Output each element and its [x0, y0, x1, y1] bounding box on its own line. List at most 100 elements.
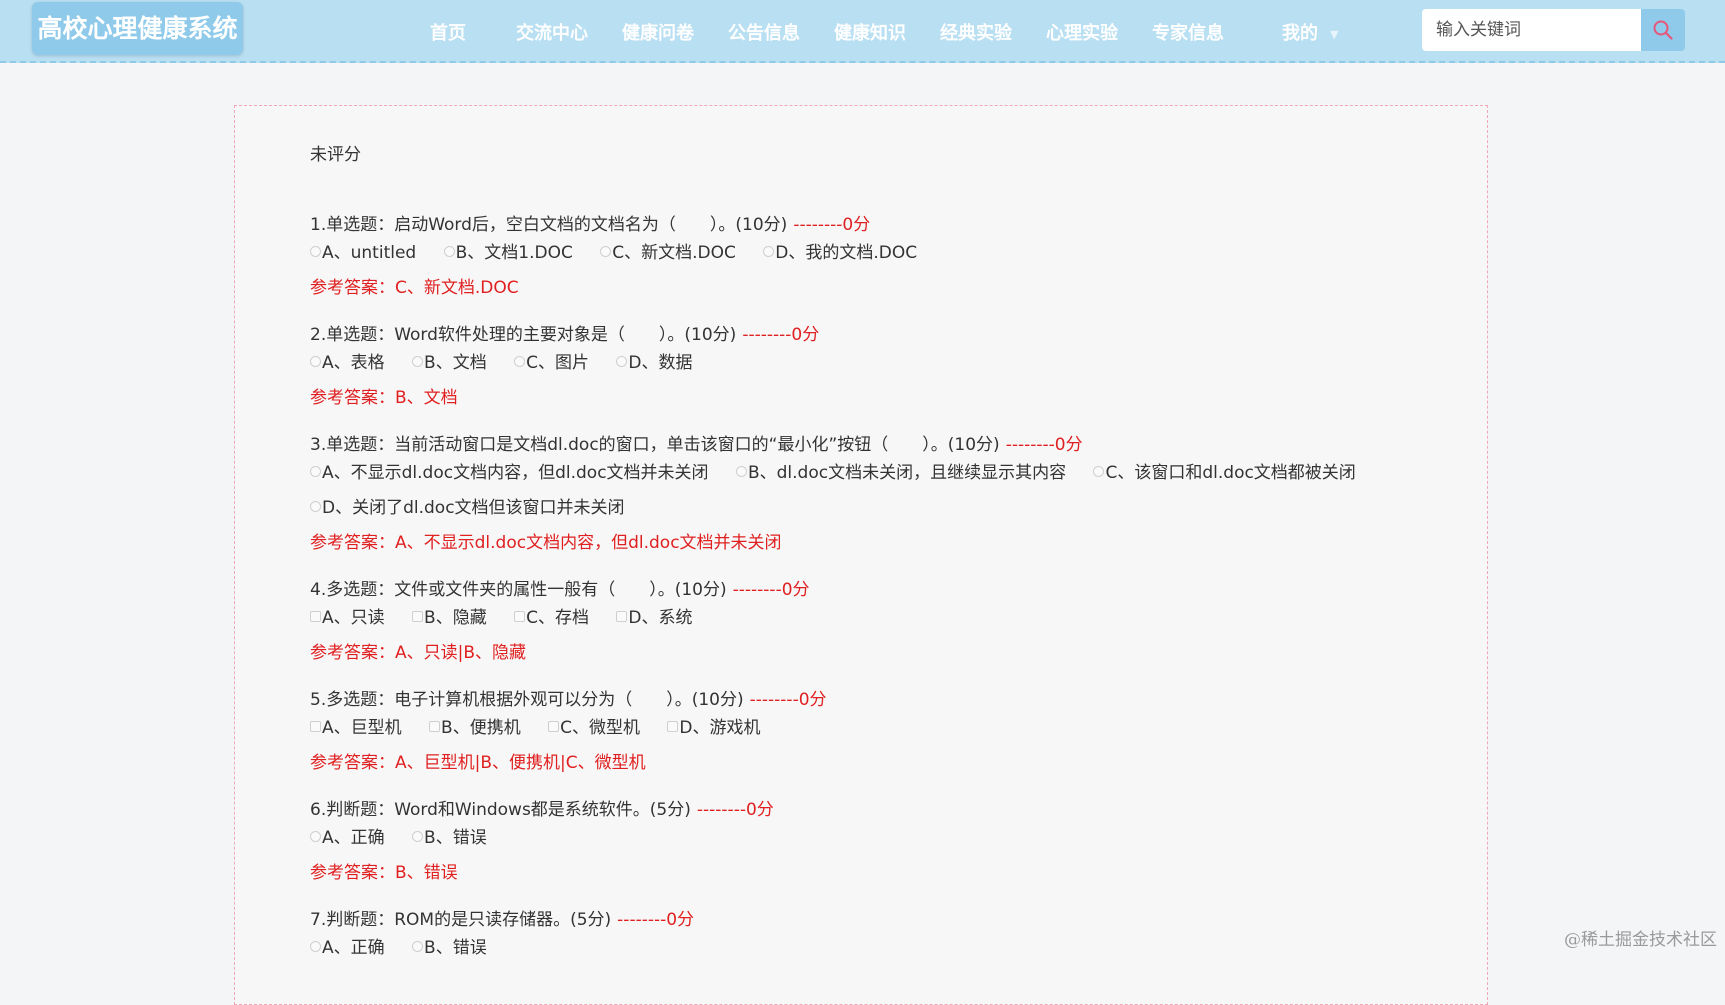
- option-radio[interactable]: B、错误: [412, 823, 487, 848]
- checkbox-icon: [310, 721, 321, 732]
- nav-item-health-knowledge[interactable]: 健康知识: [834, 19, 906, 45]
- option-radio[interactable]: C、该窗口和dl.doc文档都被关闭: [1093, 458, 1355, 483]
- option-radio[interactable]: D、我的文档.DOC: [763, 238, 917, 263]
- top-navbar: 高校心理健康系统 首页 交流中心 健康问卷 公告信息 健康知识 经典实验 心理实…: [0, 0, 1725, 63]
- nav-item-experts[interactable]: 专家信息: [1152, 19, 1224, 45]
- question-text: 4.多选题：文件或文件夹的属性一般有（ ）。(10分): [310, 580, 727, 600]
- checkbox-icon: [429, 721, 440, 732]
- checkbox-icon: [548, 721, 559, 732]
- option-label: D、我的文档.DOC: [775, 243, 917, 263]
- option-label: B、文档: [424, 353, 487, 373]
- nav-mine-label: 我的: [1282, 23, 1318, 44]
- site-logo[interactable]: 高校心理健康系统: [32, 2, 243, 55]
- radio-icon: [310, 356, 321, 367]
- radio-icon: [412, 356, 423, 367]
- question-4-title: 4.多选题：文件或文件夹的属性一般有（ ）。(10分) --------0分: [310, 575, 810, 600]
- question-score: --------0分: [1006, 435, 1083, 455]
- option-label: D、数据: [628, 353, 692, 373]
- radio-icon: [310, 246, 321, 257]
- option-radio[interactable]: B、文档1.DOC: [444, 238, 573, 263]
- option-radio[interactable]: A、表格: [310, 348, 385, 373]
- question-text: 1.单选题：启动Word后，空白文档的文档名为（ ）。(10分): [310, 215, 787, 235]
- option-checkbox[interactable]: C、存档: [514, 603, 589, 628]
- grading-status: 未评分: [310, 140, 361, 165]
- checkbox-icon: [616, 611, 627, 622]
- option-checkbox[interactable]: B、便携机: [429, 713, 521, 738]
- option-label: A、不显示dl.doc文档内容，但dl.doc文档并未关闭: [322, 463, 709, 483]
- question-3-answer: 参考答案：A、不显示dl.doc文档内容，但dl.doc文档并未关闭: [310, 528, 782, 553]
- option-label: A、正确: [322, 938, 385, 958]
- question-score: --------0分: [733, 580, 810, 600]
- search-button[interactable]: [1641, 9, 1685, 51]
- option-label: A、巨型机: [322, 718, 402, 738]
- option-label: B、便携机: [441, 718, 521, 738]
- radio-icon: [412, 831, 423, 842]
- chevron-down-icon: ▼: [1330, 28, 1338, 41]
- radio-icon: [616, 356, 627, 367]
- option-checkbox[interactable]: B、隐藏: [412, 603, 487, 628]
- radio-icon: [310, 831, 321, 842]
- option-radio[interactable]: A、untitled: [310, 238, 416, 263]
- option-label: B、错误: [424, 828, 487, 848]
- checkbox-icon: [667, 721, 678, 732]
- search-input[interactable]: [1422, 9, 1641, 51]
- option-label: C、微型机: [560, 718, 640, 738]
- question-2-options: A、表格 B、文档 C、图片 D、数据: [310, 348, 715, 373]
- question-text: 3.单选题：当前活动窗口是文档dl.doc的窗口，单击该窗口的“最小化”按钮（ …: [310, 435, 1000, 455]
- option-label: C、存档: [526, 608, 589, 628]
- option-radio[interactable]: D、数据: [616, 348, 692, 373]
- radio-icon: [444, 246, 455, 257]
- option-label: B、隐藏: [424, 608, 487, 628]
- question-text: 2.单选题：Word软件处理的主要对象是（ ）。(10分): [310, 325, 736, 345]
- nav-item-home[interactable]: 首页: [430, 19, 466, 45]
- radio-icon: [412, 941, 423, 952]
- question-5-options: A、巨型机 B、便携机 C、微型机 D、游戏机: [310, 713, 783, 738]
- option-radio[interactable]: B、文档: [412, 348, 487, 373]
- option-radio[interactable]: B、错误: [412, 933, 487, 958]
- question-1-title: 1.单选题：启动Word后，空白文档的文档名为（ ）。(10分)--------…: [310, 210, 870, 235]
- option-checkbox[interactable]: C、微型机: [548, 713, 640, 738]
- option-radio[interactable]: B、dl.doc文档未关闭，且继续显示其内容: [736, 458, 1066, 483]
- nav-item-classic-experiments[interactable]: 经典实验: [940, 19, 1012, 45]
- option-checkbox[interactable]: A、只读: [310, 603, 385, 628]
- option-checkbox[interactable]: D、游戏机: [667, 713, 760, 738]
- nav-item-mine-dropdown[interactable]: 我的 ▼: [1282, 19, 1338, 45]
- option-radio[interactable]: C、图片: [514, 348, 589, 373]
- question-6-options: A、正确 B、错误: [310, 823, 509, 848]
- option-label: A、正确: [322, 828, 385, 848]
- question-1-options: A、untitled B、文档1.DOC C、新文档.DOC D、我的文档.DO…: [310, 238, 939, 263]
- nav-item-notices[interactable]: 公告信息: [728, 19, 800, 45]
- search-icon: [1652, 19, 1674, 41]
- radio-icon: [763, 246, 774, 257]
- question-6-answer: 参考答案：B、错误: [310, 858, 458, 883]
- nav-item-questionnaire[interactable]: 健康问卷: [622, 19, 694, 45]
- option-radio[interactable]: A、正确: [310, 823, 385, 848]
- watermark-text: @稀土掘金技术社区: [1564, 925, 1717, 950]
- radio-icon: [310, 501, 321, 512]
- radio-icon: [736, 466, 747, 477]
- question-score: --------0分: [697, 800, 774, 820]
- option-label: C、图片: [526, 353, 589, 373]
- question-text: 6.判断题：Word和Windows都是系统软件。(5分): [310, 800, 691, 820]
- nav-item-psych-experiments[interactable]: 心理实验: [1046, 19, 1118, 45]
- nav-item-forum[interactable]: 交流中心: [516, 19, 588, 45]
- question-score: --------0分: [617, 910, 694, 930]
- option-label: B、dl.doc文档未关闭，且继续显示其内容: [748, 463, 1066, 483]
- question-3-title: 3.单选题：当前活动窗口是文档dl.doc的窗口，单击该窗口的“最小化”按钮（ …: [310, 430, 1083, 455]
- option-radio[interactable]: D、关闭了dl.doc文档但该窗口并未关闭: [310, 493, 625, 518]
- radio-icon: [310, 941, 321, 952]
- option-radio[interactable]: A、不显示dl.doc文档内容，但dl.doc文档并未关闭: [310, 458, 709, 483]
- option-checkbox[interactable]: D、系统: [616, 603, 692, 628]
- question-2-answer: 参考答案：B、文档: [310, 383, 458, 408]
- option-checkbox[interactable]: A、巨型机: [310, 713, 402, 738]
- question-3-options-row2: D、关闭了dl.doc文档但该窗口并未关闭: [310, 493, 647, 518]
- question-3-options: A、不显示dl.doc文档内容，但dl.doc文档并未关闭 B、dl.doc文档…: [310, 458, 1378, 483]
- question-4-answer: 参考答案：A、只读|B、隐藏: [310, 638, 526, 663]
- option-radio[interactable]: A、正确: [310, 933, 385, 958]
- option-label: A、表格: [322, 353, 385, 373]
- radio-icon: [310, 466, 321, 477]
- option-radio[interactable]: C、新文档.DOC: [600, 238, 736, 263]
- radio-icon: [600, 246, 611, 257]
- question-7-options: A、正确 B、错误: [310, 933, 509, 958]
- checkbox-icon: [514, 611, 525, 622]
